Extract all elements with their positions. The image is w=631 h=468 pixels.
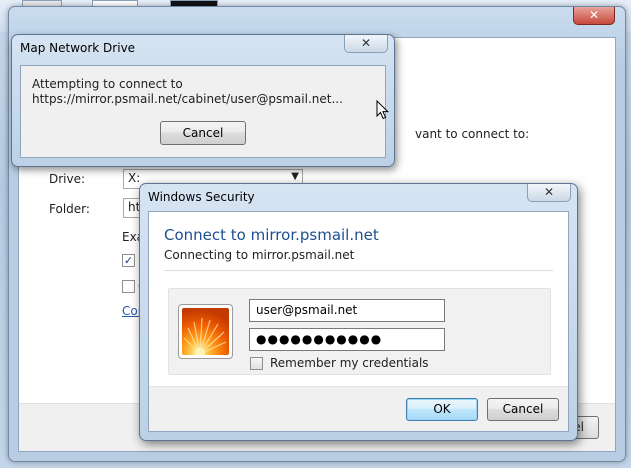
drive-label: Drive: [49, 172, 86, 186]
divider [164, 270, 553, 271]
chevron-down-icon: ▼ [291, 171, 299, 182]
close-icon[interactable]: ✕ [344, 35, 388, 53]
flower-petals-icon [183, 317, 227, 355]
username-input[interactable]: user@psmail.net [249, 299, 445, 322]
folder-label: Folder: [49, 202, 90, 216]
progress-message-url: https://mirror.psmail.net/cabinet/user@p… [32, 92, 343, 106]
security-dialog-content: Connect to mirror.psmail.net Connecting … [148, 211, 569, 432]
windows-security-dialog: Windows Security ✕ Connect to mirror.psm… [139, 183, 578, 441]
cancel-button[interactable]: Cancel [487, 398, 559, 421]
map-network-drive-progress-dialog: Map Network Drive ✕ Attempting to connec… [11, 34, 395, 167]
remember-credentials-checkbox[interactable] [250, 357, 263, 370]
user-picture-icon [178, 304, 233, 359]
different-credentials-checkbox[interactable] [122, 280, 135, 293]
connect-prompt-text: vant to connect to: [415, 127, 530, 141]
security-button-bar: OK Cancel [149, 386, 568, 431]
connecting-subheading: Connecting to mirror.psmail.net [164, 248, 355, 262]
close-icon[interactable]: ✕ [527, 184, 571, 202]
remember-credentials-label: Remember my credentials [270, 356, 429, 370]
ok-button[interactable]: OK [406, 398, 478, 421]
connect-heading: Connect to mirror.psmail.net [164, 226, 379, 244]
credential-tile: user@psmail.net ●●●●●●●●●●● Remember my … [168, 288, 551, 375]
progress-dialog-content: Attempting to connect to https://mirror.… [20, 65, 386, 158]
wizard-close-button[interactable]: ✕ [573, 7, 615, 25]
flower-image [182, 308, 229, 355]
dialog-title: Map Network Drive [20, 41, 136, 55]
reconnect-checkbox[interactable]: ✓ [122, 254, 135, 267]
dialog-title: Windows Security [148, 190, 255, 204]
password-input[interactable]: ●●●●●●●●●●● [249, 328, 445, 351]
progress-message: Attempting to connect to https://mirror.… [32, 77, 343, 107]
arrow-cursor-icon [376, 100, 390, 120]
progress-cancel-button[interactable]: Cancel [160, 121, 246, 145]
drive-select-value: X: [128, 171, 141, 185]
progress-message-line: Attempting to connect to [32, 77, 183, 91]
